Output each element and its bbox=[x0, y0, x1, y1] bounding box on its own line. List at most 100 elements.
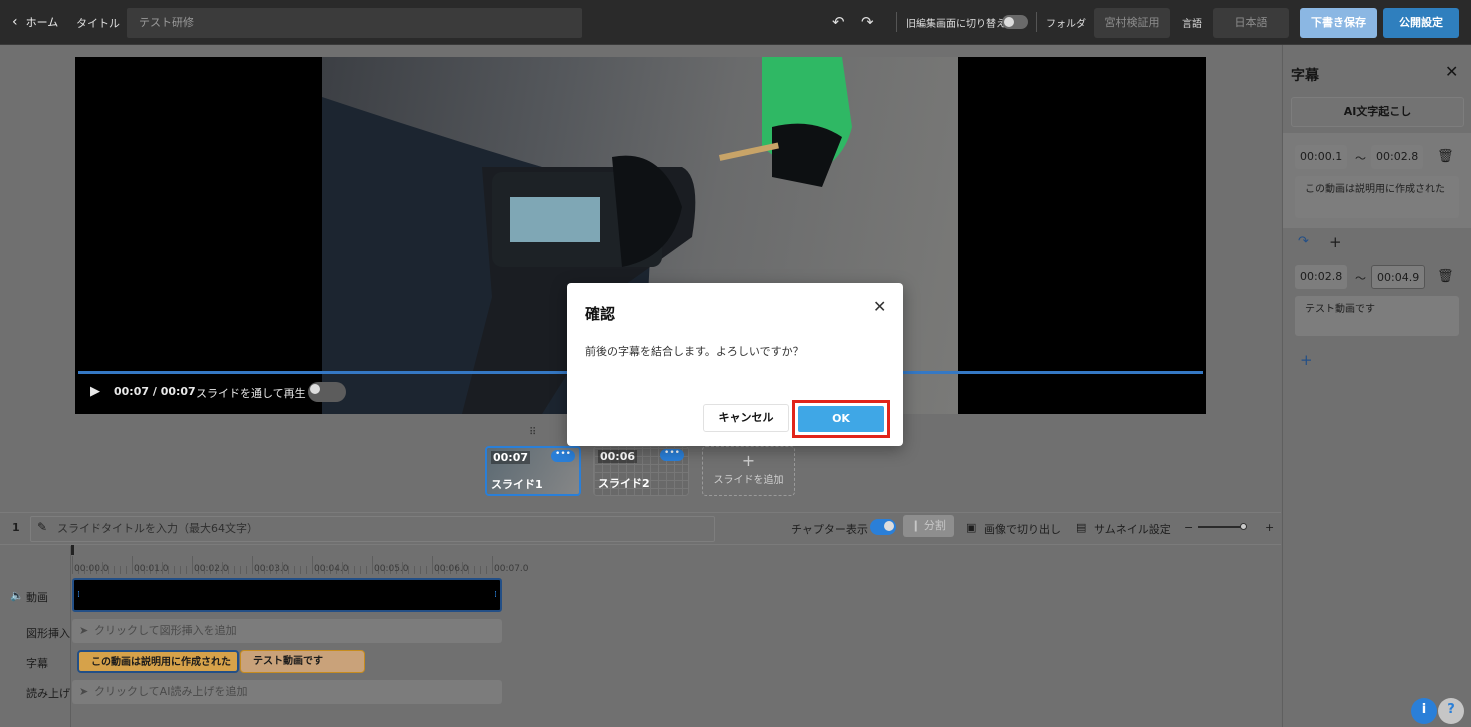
cancel-button[interactable]: キャンセル bbox=[703, 404, 789, 432]
ruler-minor-tick bbox=[366, 566, 367, 574]
chevron-left-icon: ‹ bbox=[12, 14, 18, 30]
undo-icon[interactable]: ↶ bbox=[832, 13, 845, 31]
slide-thumb-time: 00:06 bbox=[598, 450, 638, 463]
title-input[interactable]: テスト研修 bbox=[127, 8, 582, 38]
split-button[interactable]: ❙ 分割 bbox=[903, 515, 954, 537]
ruler-minor-tick bbox=[486, 566, 487, 574]
ruler-tick bbox=[312, 556, 313, 574]
zoom-slider[interactable] bbox=[1198, 526, 1246, 528]
trash-icon[interactable]: 🗑 bbox=[1437, 149, 1454, 164]
merge-icon[interactable]: ↷ bbox=[1298, 234, 1309, 249]
ruler-minor-tick bbox=[234, 566, 235, 574]
add-subtitle-icon[interactable]: + bbox=[1300, 351, 1313, 369]
ok-button-highlight: OK bbox=[792, 400, 890, 438]
track-label-subtitle: 字幕 bbox=[26, 657, 48, 670]
divider bbox=[1036, 12, 1037, 32]
crop-button[interactable]: 画像で切り出し bbox=[984, 521, 1061, 537]
folder-select[interactable]: 宮村検証用 bbox=[1094, 8, 1170, 38]
range-separator: 〜 bbox=[1355, 272, 1366, 285]
ai-transcribe-button[interactable]: AI文字起こし bbox=[1291, 97, 1464, 127]
add-subtitle-icon[interactable]: + bbox=[1329, 233, 1342, 251]
ruler-label: 00:06.0 bbox=[434, 564, 469, 574]
ruler-minor-tick bbox=[480, 566, 481, 574]
more-icon[interactable]: ••• bbox=[660, 449, 684, 461]
clip-handle-right[interactable]: ⁞ bbox=[494, 590, 497, 600]
chapter-label: チャプター表示 bbox=[791, 523, 868, 536]
speaker-icon[interactable]: 🔈 bbox=[10, 589, 24, 602]
trash-icon[interactable]: 🗑 bbox=[1437, 269, 1454, 284]
ruler-minor-tick bbox=[240, 566, 241, 574]
ruler-label: 00:00.0 bbox=[74, 564, 109, 574]
ruler-minor-tick bbox=[120, 566, 121, 574]
split-icon: ❙ bbox=[911, 519, 921, 532]
ruler-label: 00:07.0 bbox=[494, 564, 529, 574]
language-label: 言語 bbox=[1182, 19, 1202, 30]
play-through-label: スライドを通して再生 bbox=[196, 387, 306, 400]
ruler-minor-tick bbox=[294, 566, 295, 574]
language-select[interactable]: 日本語 bbox=[1213, 8, 1289, 38]
ruler-tick bbox=[492, 556, 493, 574]
subtitle-start-2[interactable]: 00:02.8 bbox=[1295, 265, 1348, 289]
subtitle-end-1[interactable]: 00:02.8 bbox=[1371, 145, 1424, 169]
ruler-tick bbox=[132, 556, 133, 574]
ruler-label: 00:03.0 bbox=[254, 564, 289, 574]
zoom-out-icon[interactable]: − bbox=[1184, 521, 1193, 534]
playhead[interactable] bbox=[71, 545, 74, 555]
old-editor-toggle[interactable] bbox=[1002, 15, 1028, 29]
video-clip[interactable]: ⁞ ⁞ bbox=[72, 578, 502, 612]
top-bar: ‹ ホーム タイトル テスト研修 ↶ ↷ 旧編集画面に切り替え フォルダ 宮村検… bbox=[0, 0, 1471, 45]
subtitle-end-2[interactable]: 00:04.9 bbox=[1371, 265, 1426, 289]
back-home-button[interactable]: ‹ ホーム bbox=[12, 14, 58, 30]
save-draft-button[interactable]: 下書き保存 bbox=[1300, 8, 1377, 38]
track-label-shape: 図形挿入 bbox=[26, 627, 70, 640]
close-icon[interactable]: ✕ bbox=[873, 297, 886, 316]
crop-icon: ▣ bbox=[966, 521, 977, 534]
zoom-slider-thumb[interactable] bbox=[1240, 523, 1247, 530]
cursor-icon: ➤ bbox=[79, 685, 89, 698]
ruler-tick bbox=[192, 556, 193, 574]
subtitle-start-1[interactable]: 00:00.1 bbox=[1295, 145, 1348, 169]
info-icon[interactable]: i bbox=[1411, 698, 1437, 724]
play-through-toggle[interactable] bbox=[308, 382, 346, 402]
ruler-label: 00:01.0 bbox=[134, 564, 169, 574]
slide-thumb-time: 00:07 bbox=[491, 451, 531, 464]
subtitle-text-1[interactable]: この動画は説明用に作成された bbox=[1295, 176, 1459, 218]
play-icon[interactable]: ▶ bbox=[90, 384, 100, 399]
ruler-label: 00:05.0 bbox=[374, 564, 409, 574]
add-slide-button[interactable]: + スライドを追加 bbox=[702, 446, 795, 496]
subtitle-panel: 字幕 ✕ AI文字起こし 00:00.1 〜 00:02.8 🗑 この動画は説明… bbox=[1282, 45, 1471, 727]
ruler-minor-tick bbox=[246, 566, 247, 574]
subtitle-clip-1[interactable]: この動画は説明用に作成された bbox=[77, 650, 239, 673]
close-icon[interactable]: ✕ bbox=[1445, 62, 1458, 81]
redo-icon[interactable]: ↷ bbox=[861, 13, 874, 31]
narration-track[interactable]: クリックしてAI読み上げを追加 bbox=[72, 680, 502, 704]
subtitle-text-2[interactable]: テスト動画です bbox=[1295, 296, 1459, 336]
ruler-minor-tick bbox=[114, 566, 115, 574]
help-icon[interactable]: ? bbox=[1438, 698, 1464, 724]
slide-title-row: 1 スライドタイトルを入力（最大64文字） ✎ チャプター表示 ▣ 画像で切り出… bbox=[0, 512, 1281, 545]
ok-button[interactable]: OK bbox=[798, 406, 884, 432]
ruler-minor-tick bbox=[186, 566, 187, 574]
playback-time: 00:07 / 00:07 bbox=[114, 385, 196, 398]
panel-title: 字幕 bbox=[1291, 68, 1319, 84]
ruler-minor-tick bbox=[300, 566, 301, 574]
ruler-tick bbox=[252, 556, 253, 574]
slide-thumb-2[interactable]: 00:06 スライド2 ••• bbox=[593, 446, 689, 496]
chapter-toggle[interactable] bbox=[870, 519, 896, 535]
slide-title-input[interactable]: スライドタイトルを入力（最大64文字） bbox=[30, 516, 715, 542]
ruler-label: 00:04.0 bbox=[314, 564, 349, 574]
publish-settings-button[interactable]: 公開設定 bbox=[1383, 8, 1459, 38]
slide-thumb-1[interactable]: 00:07 スライド1 ••• bbox=[485, 446, 581, 496]
drag-handle-icon[interactable]: ⠿ bbox=[529, 427, 536, 438]
subtitle-clip-2[interactable]: テスト動画です bbox=[240, 650, 365, 673]
track-label-narration: 読み上げ bbox=[26, 687, 70, 700]
more-icon[interactable]: ••• bbox=[551, 450, 575, 462]
zoom-in-icon[interactable]: + bbox=[1265, 521, 1274, 534]
ruler-label: 00:02.0 bbox=[194, 564, 229, 574]
ruler-minor-tick bbox=[420, 566, 421, 574]
thumbnail-button[interactable]: サムネイル設定 bbox=[1094, 521, 1171, 537]
clip-handle-left[interactable]: ⁞ bbox=[77, 590, 80, 600]
ruler-tick bbox=[372, 556, 373, 574]
shape-track[interactable]: クリックして図形挿入を追加 bbox=[72, 619, 502, 643]
image-icon: ▤ bbox=[1076, 521, 1087, 534]
